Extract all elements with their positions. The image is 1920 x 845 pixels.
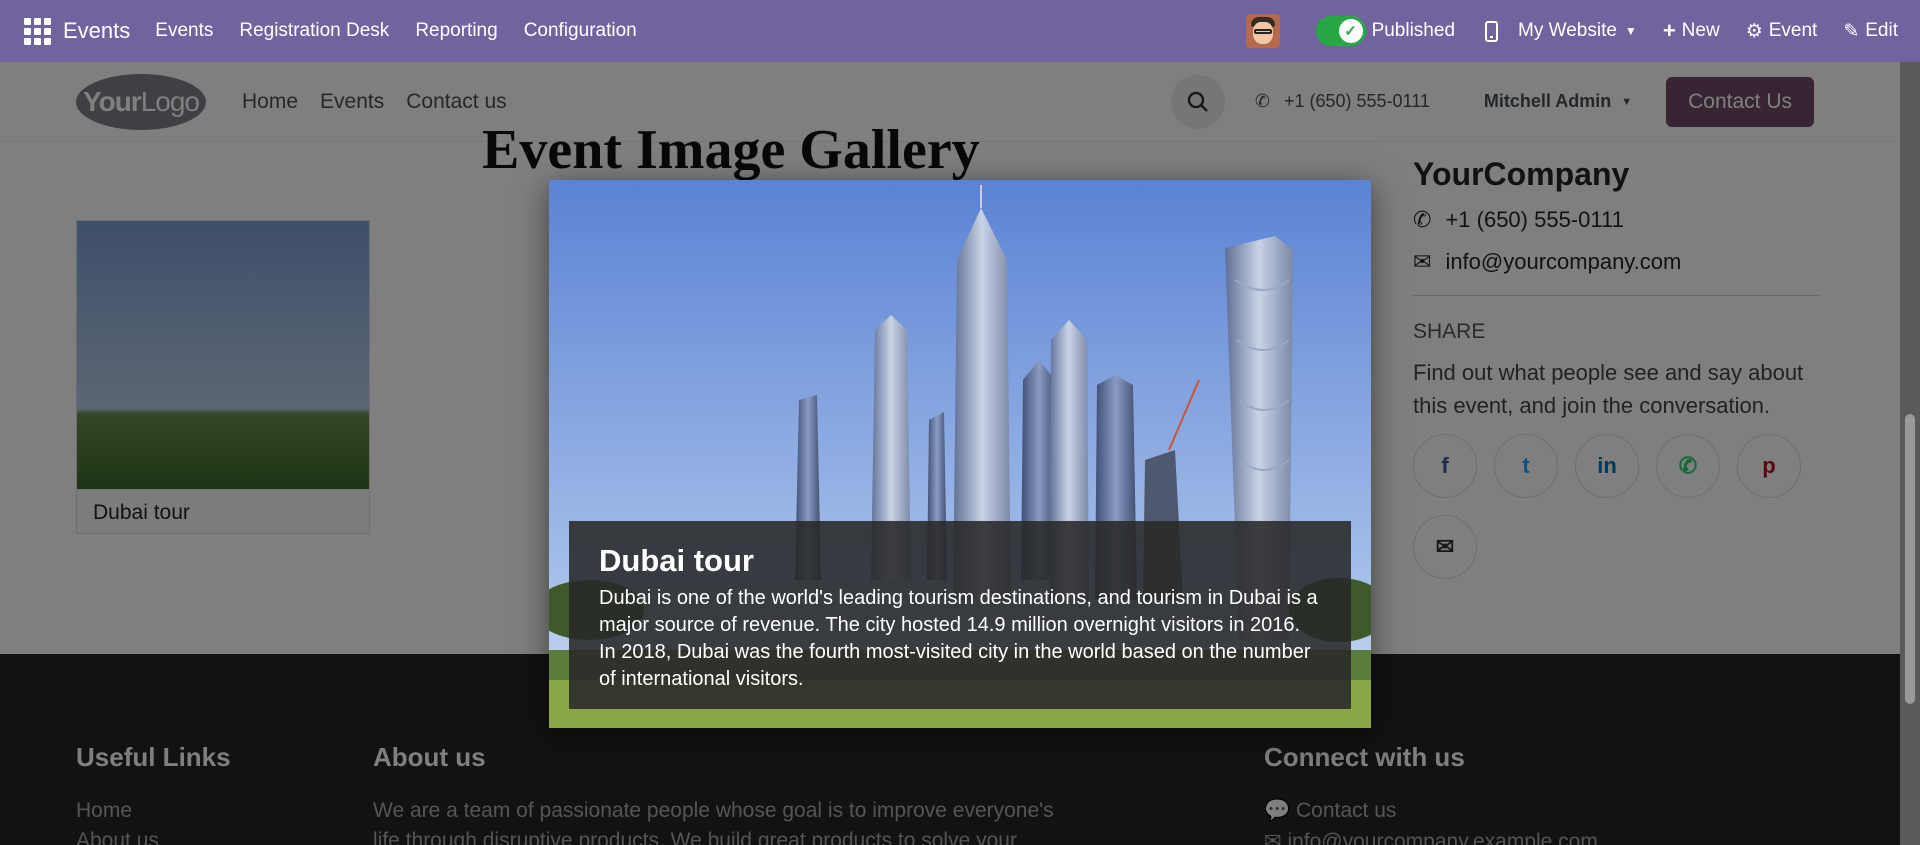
apps-menu-icon[interactable] (20, 14, 54, 48)
app-name[interactable]: Events (63, 18, 130, 44)
edit-label: Edit (1865, 20, 1898, 41)
menu-registration-desk[interactable]: Registration Desk (239, 20, 389, 42)
check-icon: ✓ (1338, 19, 1363, 43)
mobile-icon (1485, 20, 1499, 42)
new-label: New (1681, 20, 1720, 41)
top-navbar: Events Events Registration Desk Reportin… (0, 0, 1920, 62)
edit-button[interactable]: ✎ Edit (1843, 20, 1898, 43)
lightbox-description: Dubai is one of the world's leading tour… (599, 587, 1318, 690)
scrollbar-thumb[interactable] (1905, 414, 1915, 704)
user-avatar[interactable] (1245, 14, 1280, 48)
published-toggle[interactable]: ✓ (1315, 16, 1366, 46)
menu-configuration[interactable]: Configuration (524, 20, 637, 42)
lightbox-title: Dubai tour (599, 543, 754, 578)
caret-down-icon: ▼ (1624, 24, 1637, 38)
event-button[interactable]: ⚙ Event (1746, 20, 1818, 43)
new-button[interactable]: + New (1663, 18, 1720, 44)
plus-icon: + (1662, 18, 1676, 43)
event-label: Event (1768, 20, 1818, 41)
menu-reporting[interactable]: Reporting (415, 20, 497, 42)
menu-events[interactable]: Events (155, 20, 213, 42)
lightbox-caption: Dubai tour Dubai is one of the world's l… (569, 521, 1351, 709)
gear-icon: ⚙ (1745, 20, 1763, 42)
website-label: My Website (1518, 20, 1617, 41)
image-lightbox[interactable]: Dubai tour Dubai is one of the world's l… (549, 180, 1371, 728)
page-scrollbar[interactable] (1900, 62, 1920, 845)
mobile-preview-button[interactable] (1485, 20, 1518, 42)
pencil-icon: ✎ (1843, 20, 1860, 42)
website-switcher[interactable]: My Website ▼ (1518, 20, 1637, 42)
published-label[interactable]: Published (1372, 20, 1455, 42)
